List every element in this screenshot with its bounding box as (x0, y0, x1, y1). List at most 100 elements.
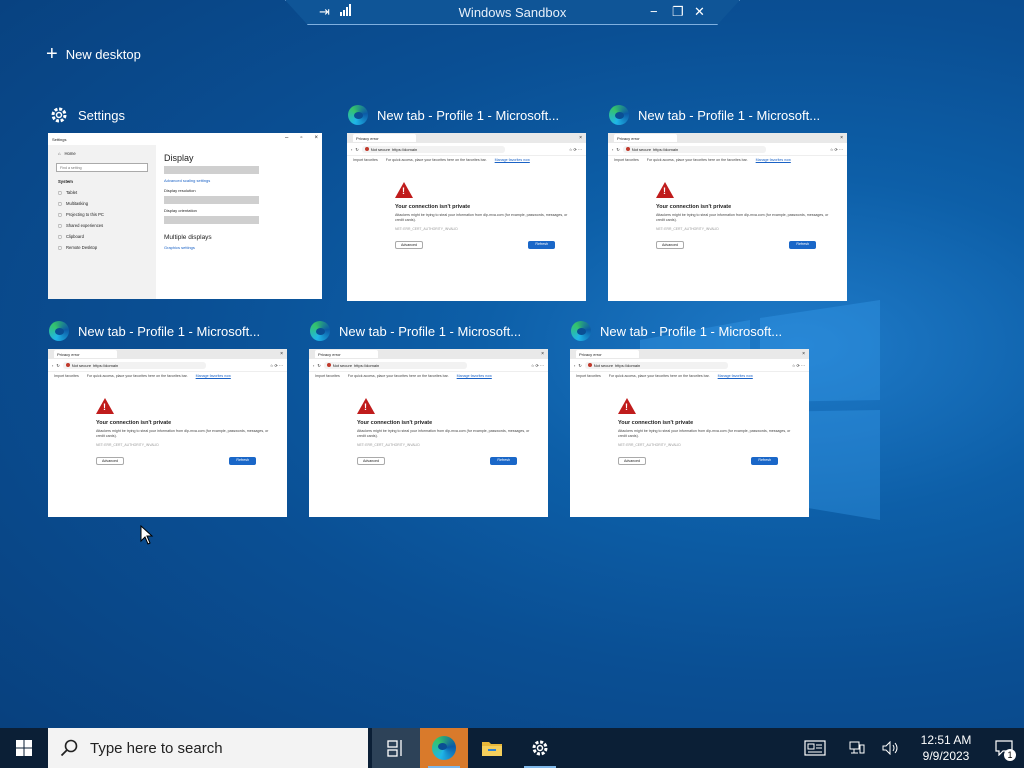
favbar-link: Manage favorites now (717, 374, 753, 378)
window-title: New tab - Profile 1 - Microsoft... (339, 323, 522, 339)
import-favorites: Import favorites (353, 158, 378, 162)
mouse-cursor-icon (140, 525, 154, 545)
window-caption: New tab - Profile 1 - Microsoft... (48, 319, 260, 343)
favbar-link: Manage favorites now (494, 158, 530, 162)
task-view-window-edge[interactable]: New tab - Profile 1 - Microsoft... Priva… (570, 321, 809, 517)
refresh-button: Refresh (751, 457, 778, 465)
task-view-window-edge[interactable]: New tab - Profile 1 - Microsoft... Priva… (309, 321, 548, 517)
edge-icon (348, 105, 368, 125)
edge-icon (432, 736, 456, 760)
favbar-text: For quick access, place your favorites h… (347, 374, 449, 378)
tab-label: Privacy error (356, 135, 379, 141)
window-title: New tab - Profile 1 - Microsoft... (78, 323, 261, 339)
settings-heading: Display (164, 153, 194, 163)
task-view-window-edge[interactable]: New tab - Profile 1 - Microsoft... Priva… (608, 105, 847, 301)
warning-icon (357, 398, 375, 414)
advanced-button: Advanced (96, 457, 124, 465)
refresh-button: Refresh (789, 241, 816, 249)
window-caption: New tab - Profile 1 - Microsoft... (309, 319, 521, 343)
url-text: https://domain (615, 362, 641, 368)
settings-link: Graphics settings (164, 245, 195, 250)
close-icon[interactable]: ✕ (694, 4, 705, 20)
start-button[interactable] (0, 728, 48, 768)
warning-icon (395, 182, 413, 198)
window-title: New tab - Profile 1 - Microsoft... (377, 107, 560, 123)
url-state: Not secure (332, 362, 353, 368)
minimize-icon[interactable]: − (650, 4, 658, 19)
clock-date: 9/9/2023 (922, 749, 970, 763)
advanced-button: Advanced (618, 457, 646, 465)
gear-icon (532, 740, 548, 756)
news-icon[interactable] (798, 728, 832, 768)
taskbar-clock[interactable]: 12:51 AM 9/9/2023 (908, 732, 984, 764)
window-title: New tab - Profile 1 - Microsoft... (638, 107, 821, 123)
nav-home: Home (64, 151, 76, 156)
error-heading: Your connection isn't private (656, 204, 732, 210)
taskbar-settings-button[interactable] (516, 728, 564, 768)
restore-icon[interactable]: ❐ (672, 4, 684, 20)
settings-subheading: Multiple displays (164, 234, 212, 241)
nav-section: System (58, 179, 73, 184)
nav-item: Multitasking (65, 201, 89, 206)
error-heading: Your connection isn't private (96, 420, 172, 426)
notifications-button[interactable]: 1 (984, 728, 1024, 768)
error-heading: Your connection isn't private (618, 420, 694, 426)
tab-label: Privacy error (318, 351, 341, 357)
edge-thumbnail: Privacy error × ‹ ↻ Not secure https://doma… (309, 349, 548, 517)
edge-thumbnail: Privacy error × ‹ ↻ Not secure https://doma… (570, 349, 809, 517)
tab-label: Privacy error (57, 351, 80, 357)
advanced-button: Advanced (357, 457, 385, 465)
url-text: https://domain (392, 146, 418, 152)
network-icon[interactable] (840, 728, 874, 768)
warning-icon (96, 398, 114, 414)
url-text: https://domain (93, 362, 119, 368)
window-title: Settings (78, 107, 125, 123)
taskbar-edge-button[interactable] (420, 728, 468, 768)
volume-icon[interactable] (874, 728, 908, 768)
refresh-button: Refresh (528, 241, 555, 249)
settings-content: Display Advanced scaling settings Displa… (164, 153, 316, 250)
favbar-text: For quick access, place your favorites h… (86, 374, 188, 378)
nav-item: Remote Desktop (65, 245, 98, 250)
import-favorites: Import favorites (614, 158, 639, 162)
error-body: Attackers might be trying to steal your … (96, 429, 269, 438)
clock-time: 12:51 AM (920, 733, 972, 747)
notification-badge: 1 (1004, 749, 1016, 761)
system-tray: 12:51 AM 9/9/2023 1 (798, 728, 1024, 768)
url-state: Not secure (370, 146, 391, 152)
refresh-button: Refresh (229, 457, 256, 465)
settings-link: Advanced scaling settings (164, 178, 211, 183)
error-body: Attackers might be trying to steal your … (357, 429, 530, 438)
settings-window-title: Settings (52, 136, 67, 142)
taskbar-search-box[interactable]: Type here to search (48, 728, 368, 768)
error-code: NET::ERR_CERT_AUTHORITY_INVALID (96, 443, 159, 447)
taskbar-file-explorer-button[interactable] (468, 728, 516, 768)
edge-thumbnail: Privacy error × ‹ ↻ Not secure https://doma… (48, 349, 287, 517)
task-view-button[interactable] (372, 728, 420, 768)
edge-icon (310, 321, 330, 341)
error-heading: Your connection isn't private (357, 420, 433, 426)
error-code: NET::ERR_CERT_AUTHORITY_INVALID (656, 227, 719, 231)
url-state: Not secure (631, 146, 652, 152)
warning-icon (618, 398, 636, 414)
taskbar: Type here to search 12:51 AM 9/9/2023 1 (0, 728, 1024, 768)
gear-icon (48, 104, 70, 126)
settings-thumbnail: Settings – ▫ × ⌂ Home Find a setting System… (48, 133, 322, 299)
import-favorites: Import favorites (315, 374, 340, 378)
settings-search: Find a setting (56, 163, 148, 172)
task-view-window-settings[interactable]: Settings Settings – ▫ × ⌂ Home Find a setti… (48, 107, 322, 299)
task-view-window-edge[interactable]: New tab - Profile 1 - Microsoft... Priva… (48, 321, 287, 517)
new-desktop-button[interactable]: + New desktop (46, 44, 141, 64)
window-title: New tab - Profile 1 - Microsoft... (600, 323, 783, 339)
error-body: Attackers might be trying to steal your … (395, 213, 568, 222)
favbar-text: For quick access, place your favorites h… (385, 158, 487, 162)
url-state: Not secure (71, 362, 92, 368)
task-view-window-edge[interactable]: New tab - Profile 1 - Microsoft... Priva… (347, 105, 586, 301)
new-desktop-label: New desktop (65, 46, 141, 62)
import-favorites: Import favorites (576, 374, 601, 378)
url-state: Not secure (593, 362, 614, 368)
edge-icon (571, 321, 591, 341)
advanced-button: Advanced (395, 241, 423, 249)
error-code: NET::ERR_CERT_AUTHORITY_INVALID (618, 443, 681, 447)
favbar-text: For quick access, place your favorites h… (646, 158, 748, 162)
